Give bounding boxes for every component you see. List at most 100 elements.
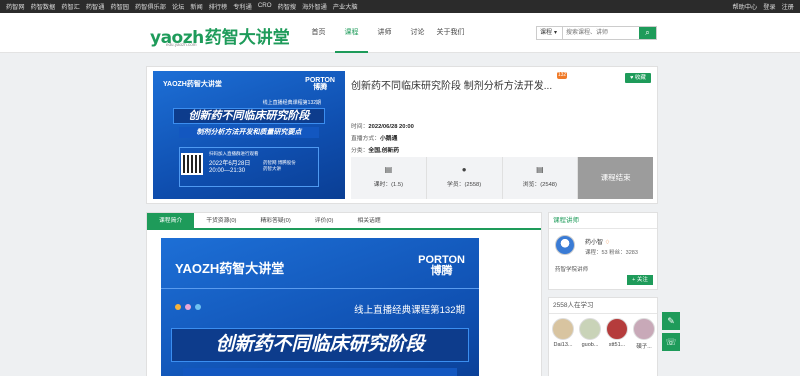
cover-brand: YAOZH药智大讲堂 <box>163 81 222 88</box>
category-value: 全国,创新药 <box>368 148 400 154</box>
site-link[interactable]: 药智搜 <box>278 2 297 11</box>
search-icon: ⌕ <box>645 28 650 37</box>
teacher-info: 课程：53 粉丝：3283 <box>585 250 638 256</box>
course-status-button[interactable]: 课程结束 <box>578 157 653 199</box>
nav-courses[interactable]: 课程 <box>335 13 368 53</box>
intro-brand: YAOZH药智大讲堂 <box>175 261 285 276</box>
time-label: 时间： <box>351 124 369 130</box>
teacher-name[interactable]: 药小智 ♢ <box>585 237 610 246</box>
login-link[interactable]: 登录 <box>763 2 775 11</box>
site-link[interactable]: 药智汇 <box>61 2 80 11</box>
teacher-avatar[interactable] <box>555 235 575 255</box>
course-category: 分类：全国,创新药 <box>351 145 399 154</box>
learners-title: 2558人在学习 <box>549 298 657 314</box>
chat-icon: ☏ <box>665 337 677 347</box>
site-link[interactable]: CRO <box>258 2 272 11</box>
chat-float-button[interactable]: ☏ <box>662 333 680 351</box>
nav-about[interactable]: 关于我们 <box>434 13 467 53</box>
avatar <box>579 318 601 340</box>
teacher-section-title: 课程讲师 <box>549 213 657 229</box>
course-card: YAOZH药智大讲堂 PORTON 博腾 线上直播经典课程第132期 创新药不同… <box>146 66 658 204</box>
site-link[interactable]: 专利通 <box>233 2 252 11</box>
book-icon: ▤ <box>536 165 544 174</box>
stat-lessons: ▤ 课时：(1.5) <box>351 157 427 199</box>
dot <box>195 304 201 310</box>
user-icon: ● <box>461 165 467 174</box>
cover-date-time: 20:00—21:30 <box>209 168 246 174</box>
site-link[interactable]: 论坛 <box>172 2 184 11</box>
intro-title: 创新药不同临床研究阶段 <box>171 328 469 362</box>
edit-float-button[interactable]: ✎ <box>662 312 680 330</box>
category-label: 分类： <box>351 148 369 154</box>
course-time: 时间：2022/06/28 20:00 <box>351 121 414 130</box>
chevron-down-icon: ▾ <box>554 30 558 36</box>
dot <box>175 304 181 310</box>
site-link[interactable]: 海外智通 <box>302 2 327 11</box>
register-link[interactable]: 注册 <box>782 2 794 11</box>
intro-porton-cn: 博腾 <box>430 265 453 277</box>
course-title: 创新药不同临床研究阶段 制剂分析方法开发... <box>351 81 553 92</box>
site-link[interactable]: 药智通 <box>86 2 105 11</box>
decor-dots <box>175 304 201 310</box>
list-item[interactable]: Dai13... <box>551 318 575 350</box>
learners-panel: 2558人在学习 Dai13... guob... stt51... 碩子... <box>548 297 658 376</box>
search-input[interactable] <box>563 27 639 39</box>
top-bar: 药智网 药智数据 药智汇 药智通 药智园 药智俱乐部 论坛 新闻 排行榜 专利通… <box>0 0 800 13</box>
stat-label: 课时：(1.5) <box>373 182 404 188</box>
nav-teachers[interactable]: 讲师 <box>368 13 401 53</box>
tab-topics[interactable]: 相关话题 <box>345 213 392 228</box>
teacher-name-text: 药小智 <box>585 240 604 246</box>
site-link[interactable]: 排行榜 <box>209 2 228 11</box>
logo-subtitle: edu.yaozh.com <box>166 42 197 47</box>
collect-button[interactable]: ♥ 收藏 <box>625 73 651 83</box>
tab-intro[interactable]: 课程简介 <box>147 213 195 228</box>
site-link[interactable]: 药智俱乐部 <box>135 2 166 11</box>
search-type-select[interactable]: 课程 ▾ <box>537 27 563 39</box>
avatar <box>552 318 574 340</box>
logo-cn: 药智大讲堂 <box>204 28 290 47</box>
tab-reviews[interactable]: 评价(0) <box>303 213 346 228</box>
help-center-link[interactable]: 帮助中心 <box>733 2 758 11</box>
book-icon: ▤ <box>384 165 393 174</box>
site-link[interactable]: 新闻 <box>190 2 202 11</box>
teacher-panel: 课程讲师 药小智 ♢ 课程：53 粉丝：3283 药智学院讲师 + 关注 <box>548 212 658 290</box>
learner-name: 碩子... <box>636 344 652 350</box>
cover-org-2: 药智大讲 <box>263 166 281 171</box>
nav-discussion[interactable]: 讨论 <box>401 13 434 53</box>
time-value: 2022/06/28 20:00 <box>368 124 414 130</box>
cover-period: 线上直播经典课程第132期 <box>262 100 321 106</box>
list-item[interactable]: 碩子... <box>632 318 656 350</box>
stat-views: ▤ 浏览：(2548) <box>502 157 579 199</box>
cover-title: 创新药不同临床研究阶段 <box>173 108 325 124</box>
learner-name: guob... <box>581 342 599 348</box>
nav-home[interactable]: 首页 <box>302 13 335 53</box>
teacher-desc: 药智学院讲师 <box>555 267 589 273</box>
heart-icon: ♥ <box>630 75 634 81</box>
search-button[interactable]: ⌕ <box>639 27 656 39</box>
follow-button[interactable]: + 关注 <box>627 275 653 285</box>
site-link[interactable]: 产业大脑 <box>333 2 358 11</box>
site-link[interactable]: 药智数据 <box>31 2 56 11</box>
cover-date-day: 2022年6月28日 <box>209 161 251 167</box>
cover-date: 2022年6月28日 20:00—21:30 <box>209 161 250 175</box>
list-item[interactable]: guob... <box>578 318 602 350</box>
dot <box>185 304 191 310</box>
stat-label: 浏览：(2548) <box>522 182 557 188</box>
edit-icon: ✎ <box>667 316 675 326</box>
intro-porton-logo: PORTON 博腾 <box>418 255 465 277</box>
course-cover: YAOZH药智大讲堂 PORTON 博腾 线上直播经典课程第132期 创新药不同… <box>153 71 345 199</box>
mode-value: 小鹅通 <box>380 136 398 142</box>
learner-list: Dai13... guob... stt51... 碩子... <box>551 318 659 350</box>
course-mode: 直播方式：小鹅通 <box>351 133 397 142</box>
stat-label: 学员：(2558) <box>447 182 482 188</box>
site-link[interactable]: 药智网 <box>6 2 25 11</box>
tab-qa[interactable]: 精彩答疑(0) <box>248 213 302 228</box>
cover-porton-en: PORTON <box>305 77 335 84</box>
tab-resources[interactable]: 干货资源(0) <box>194 213 248 228</box>
avatar <box>633 318 655 340</box>
avatar <box>606 318 628 340</box>
list-item[interactable]: stt51... <box>605 318 629 350</box>
search-type-label: 课程 <box>540 30 553 36</box>
mode-label: 直播方式： <box>351 136 380 142</box>
site-link[interactable]: 药智园 <box>110 2 129 11</box>
